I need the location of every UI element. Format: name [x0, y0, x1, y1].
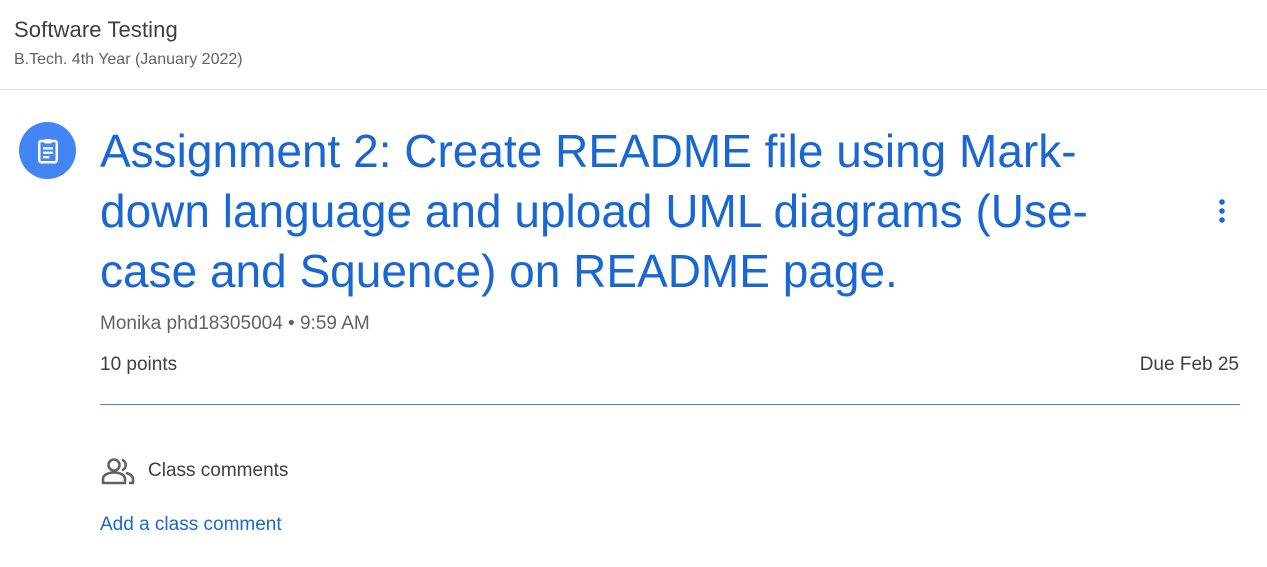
- course-title[interactable]: Software Testing: [14, 16, 178, 44]
- points-label: 10 points: [100, 354, 178, 375]
- more-options-button[interactable]: [1202, 192, 1242, 232]
- author-name: Monika phd18305004: [100, 313, 283, 334]
- people-icon: [101, 458, 135, 485]
- assignment-title-line: case and Squence) on README page.: [100, 245, 898, 297]
- class-comments-heading: Class comments: [148, 460, 289, 481]
- assignment-meta: Monika phd18305004 • 9:59 AM: [100, 312, 370, 336]
- divider: [100, 404, 1240, 405]
- assignment-title-line: down language and upload UML diagrams (U…: [100, 185, 1088, 237]
- assignment-page: Software Testing B.Tech. 4th Year (Janua…: [0, 0, 1267, 567]
- meta-separator: •: [288, 313, 295, 334]
- assignment-clipboard-icon: [19, 122, 76, 179]
- course-subtitle: B.Tech. 4th Year (January 2022): [14, 51, 243, 68]
- assignment-title: Assignment 2: Create README file using M…: [100, 121, 1180, 301]
- assignment-title-line: Assignment 2: Create README file using M…: [100, 125, 1077, 177]
- due-date: Due Feb 25: [1139, 354, 1239, 375]
- more-vert-icon: [1219, 199, 1225, 223]
- posted-time: 9:59 AM: [299, 313, 370, 334]
- add-class-comment-link[interactable]: Add a class comment: [100, 513, 282, 537]
- course-header: Software Testing B.Tech. 4th Year (Janua…: [0, 0, 1267, 90]
